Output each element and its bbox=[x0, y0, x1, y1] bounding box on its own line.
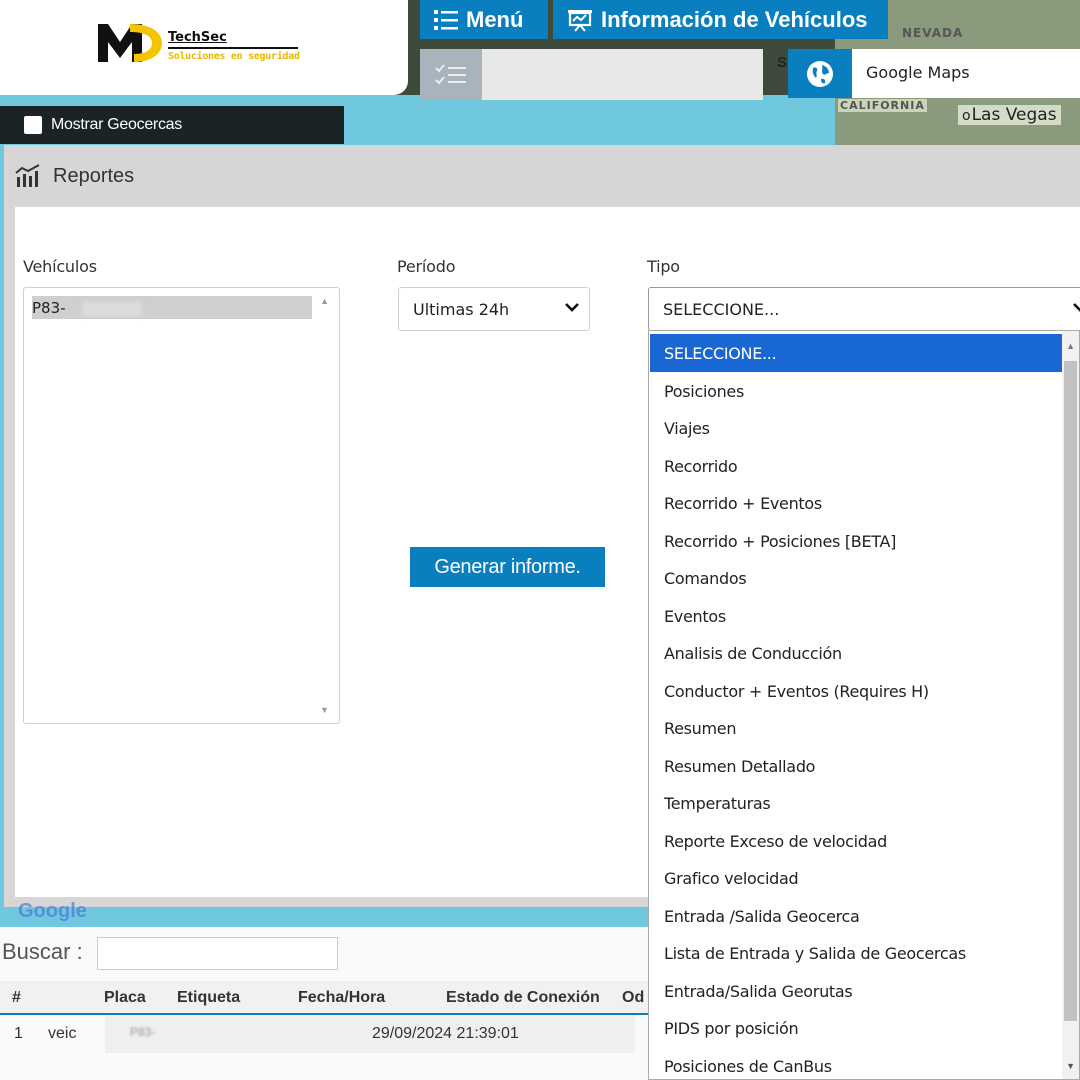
menu-label: Menú bbox=[466, 6, 524, 32]
brand-divider bbox=[168, 47, 298, 49]
reports-title: Reportes bbox=[53, 164, 135, 187]
row-number: 1 bbox=[14, 1025, 23, 1042]
dropdown-option[interactable]: Recorrido bbox=[650, 447, 1062, 485]
scroll-down-arrow-icon[interactable]: ▼ bbox=[320, 705, 329, 715]
chevron-down-icon bbox=[1073, 303, 1080, 312]
search-letter: S bbox=[777, 54, 788, 71]
geofence-toggle[interactable]: Mostrar Geocercas bbox=[0, 106, 344, 144]
period-select[interactable]: Ultimas 24h bbox=[398, 287, 590, 331]
brand-name: TechSec bbox=[168, 30, 227, 45]
dropdown-option[interactable]: SELECCIONE... bbox=[650, 334, 1062, 372]
search-label: Buscar : bbox=[2, 939, 83, 964]
reports-header: Reportes bbox=[4, 145, 1080, 207]
brand-tagline: Soluciones en seguridad bbox=[168, 51, 300, 62]
globe-icon bbox=[807, 60, 833, 87]
checklist-icon bbox=[435, 63, 466, 84]
vehicle-option[interactable]: P83- bbox=[32, 296, 312, 319]
vehicle-info-label: Información de Vehículos bbox=[601, 6, 868, 32]
dropdown-option[interactable]: Lista de Entrada y Salida de Geocercas bbox=[650, 934, 1062, 972]
dropdown-option[interactable]: Conductor + Eventos (Requires H) bbox=[650, 672, 1062, 710]
dropdown-option[interactable]: Entrada /Salida Geocerca bbox=[650, 897, 1062, 935]
logo-card: TechSec Soluciones en seguridad bbox=[0, 0, 408, 95]
dropdown-option[interactable]: PIDS por posición bbox=[650, 1009, 1062, 1047]
period-value: Ultimas 24h bbox=[413, 300, 510, 319]
column-header-odometer[interactable]: Od bbox=[622, 989, 644, 1007]
dropdown-option[interactable]: Comandos bbox=[650, 559, 1062, 597]
dropdown-scrollbar[interactable]: ▲ ▼ bbox=[1062, 331, 1079, 1079]
map-provider-select[interactable]: Google Maps bbox=[852, 49, 1080, 98]
dropdown-scrollbar-thumb[interactable] bbox=[1064, 361, 1077, 1021]
search-input[interactable] bbox=[97, 937, 338, 970]
list-icon bbox=[434, 9, 458, 30]
scroll-down-arrow-icon[interactable]: ▼ bbox=[1066, 1061, 1075, 1071]
vehicle-filter-input[interactable] bbox=[420, 49, 763, 100]
geofence-checkbox[interactable] bbox=[24, 116, 42, 134]
column-header-estado[interactable]: Estado de Conexión bbox=[446, 989, 600, 1007]
map-label-california: CALIFORNIA bbox=[838, 99, 927, 112]
dropdown-option[interactable]: Grafico velocidad bbox=[650, 859, 1062, 897]
logo-icon bbox=[98, 24, 162, 62]
geofence-label: Mostrar Geocercas bbox=[51, 116, 182, 133]
google-map-logo: Google bbox=[18, 900, 87, 922]
bar-chart-icon bbox=[15, 164, 40, 187]
menu-button[interactable]: Menú bbox=[420, 0, 548, 39]
dropdown-option[interactable]: Resumen Detallado bbox=[650, 747, 1062, 785]
row-fecha: 29/09/2024 21:39:01 bbox=[372, 1025, 519, 1042]
scroll-up-arrow-icon[interactable]: ▲ bbox=[1066, 341, 1075, 351]
type-value: SELECCIONE... bbox=[663, 300, 780, 319]
vehicles-list[interactable]: P83- ▲ ▼ bbox=[23, 287, 340, 724]
type-select[interactable]: SELECCIONE... bbox=[648, 287, 1080, 331]
map-type-button[interactable] bbox=[788, 49, 852, 98]
column-header-fecha[interactable]: Fecha/Hora bbox=[298, 989, 385, 1007]
map-label-lasvegas: Las Vegas bbox=[958, 105, 1061, 125]
dropdown-option[interactable]: Analisis de Conducción bbox=[650, 634, 1062, 672]
chevron-down-icon bbox=[565, 303, 579, 312]
dropdown-option[interactable]: Entrada/Salida Georutas bbox=[650, 972, 1062, 1010]
type-label: Tipo bbox=[647, 257, 680, 276]
vehicle-option-label: P83- bbox=[32, 299, 66, 317]
dropdown-option[interactable]: Viajes bbox=[650, 409, 1062, 447]
vehicles-label: Vehículos bbox=[23, 257, 97, 276]
dropdown-option[interactable]: Recorrido + Eventos bbox=[650, 484, 1062, 522]
period-label: Período bbox=[397, 257, 456, 276]
dropdown-option[interactable]: Resumen bbox=[650, 709, 1062, 747]
row-type: veic bbox=[48, 1025, 77, 1042]
column-header-etiqueta[interactable]: Etiqueta bbox=[177, 989, 240, 1007]
generate-report-button[interactable]: Generar informe. bbox=[410, 547, 605, 587]
row-highlight bbox=[105, 1015, 635, 1053]
vehicle-info-button[interactable]: Información de Vehículos bbox=[553, 0, 888, 39]
column-header-number[interactable]: # bbox=[12, 989, 21, 1007]
filter-button[interactable] bbox=[420, 49, 482, 100]
dropdown-option[interactable]: Recorrido + Posiciones [BETA] bbox=[650, 522, 1062, 560]
dropdown-option[interactable]: Posiciones de CanBus bbox=[650, 1047, 1062, 1080]
column-header-placa[interactable]: Placa bbox=[104, 989, 146, 1007]
dropdown-option[interactable]: Eventos bbox=[650, 597, 1062, 635]
type-dropdown-list[interactable]: SELECCIONE... Posiciones Viajes Recorrido Re… bbox=[648, 330, 1080, 1080]
map-label-nevada: NEVADA bbox=[902, 26, 964, 40]
dropdown-option[interactable]: Posiciones bbox=[650, 372, 1062, 410]
dropdown-option[interactable]: Reporte Exceso de velocidad bbox=[650, 822, 1062, 860]
scroll-up-arrow-icon[interactable]: ▲ bbox=[320, 296, 329, 306]
dropdown-option[interactable]: Temperaturas bbox=[650, 784, 1062, 822]
presentation-icon bbox=[568, 9, 592, 32]
row-placa: P83- bbox=[130, 1025, 156, 1039]
redacted-plate bbox=[82, 302, 142, 316]
